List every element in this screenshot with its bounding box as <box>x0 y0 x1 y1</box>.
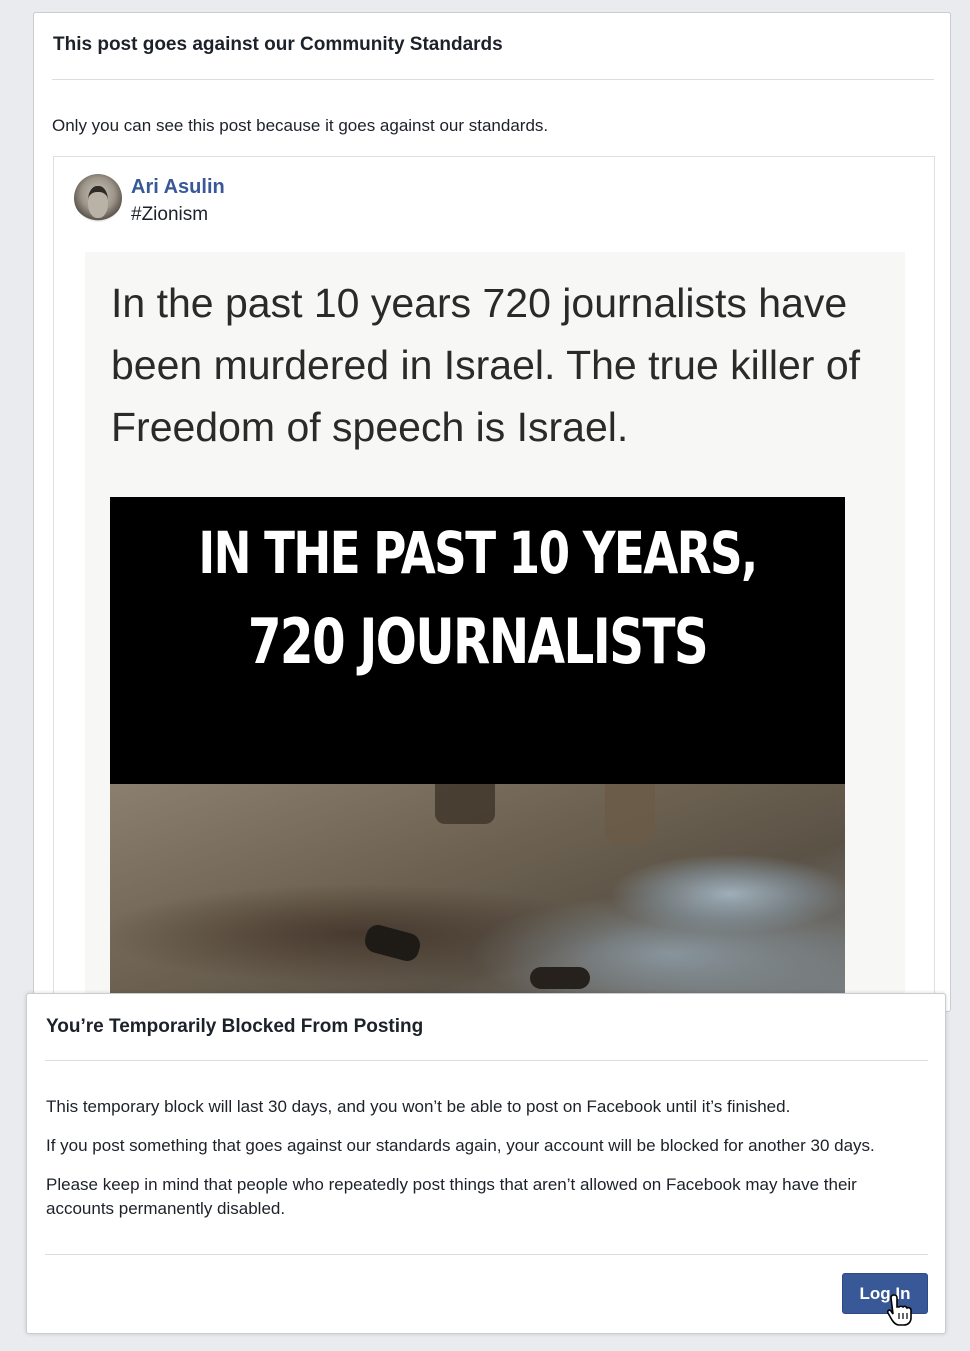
disable-warning-text: Please keep in mind that people who repe… <box>46 1175 857 1218</box>
avatar[interactable] <box>74 174 122 222</box>
divider <box>45 1060 928 1061</box>
photo-figure <box>605 784 655 844</box>
visibility-note: Only you can see this post because it go… <box>52 116 549 135</box>
divider <box>52 79 934 80</box>
photo-shoe <box>530 967 590 989</box>
photo-figure <box>435 784 495 824</box>
post-text: #Zionism <box>131 204 209 225</box>
image-caption: In the past 10 years 720 journalists hav… <box>111 280 861 450</box>
post-image[interactable]: In the past 10 years 720 journalists hav… <box>85 252 905 1011</box>
community-standards-dialog: This post goes against our Community Sta… <box>33 12 951 1012</box>
post-card: Ari Asulin #Zionism In the past 10 years… <box>53 156 935 1011</box>
temporary-block-dialog: You’re Temporarily Blocked From Posting … <box>26 993 946 1334</box>
banner-line-1: IN THE PAST 10 YEARS, <box>198 519 758 587</box>
image-photo: IN THE PAST 10 YEARS, 720 JOURNALISTS <box>110 497 845 1011</box>
image-banner: IN THE PAST 10 YEARS, 720 JOURNALISTS <box>110 497 845 784</box>
post-author-link[interactable]: Ari Asulin <box>131 176 225 199</box>
banner-line-2: 720 JOURNALISTS <box>247 605 709 678</box>
repeat-warning-text: If you post something that goes against … <box>46 1136 875 1155</box>
block-duration-text: This temporary block will last 30 days, … <box>46 1097 791 1116</box>
divider <box>45 1254 928 1255</box>
dialog-title: You’re Temporarily Blocked From Posting <box>46 1016 424 1037</box>
dialog-title: This post goes against our Community Sta… <box>53 34 503 55</box>
hand-pointer-icon <box>886 1294 912 1326</box>
